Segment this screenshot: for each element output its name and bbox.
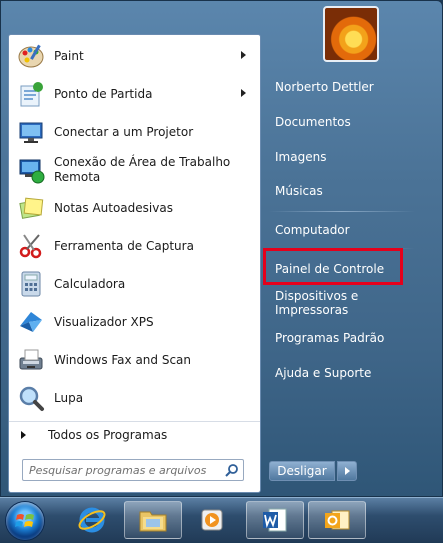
- program-item-sticky-notes[interactable]: Notas Autoadesivas: [11, 190, 258, 226]
- search-input[interactable]: [27, 462, 221, 478]
- program-label: Lupa: [54, 390, 84, 405]
- program-item-xps-viewer[interactable]: Visualizador XPS: [11, 304, 258, 340]
- taskbar-media-player[interactable]: [183, 501, 241, 539]
- program-label: Paint: [54, 48, 84, 63]
- program-label: Calculadora: [54, 276, 126, 291]
- right-item-user-folder[interactable]: Norberto Dettler: [271, 74, 421, 100]
- submenu-arrow-icon[interactable]: [241, 51, 246, 59]
- remote-desktop-icon: [15, 154, 47, 186]
- right-item-default-programs[interactable]: Programas Padrão: [271, 325, 421, 351]
- program-item-calculator[interactable]: Calculadora: [11, 266, 258, 302]
- windows-logo-icon: [15, 514, 34, 527]
- all-programs-button[interactable]: Todos os Programas: [9, 421, 260, 448]
- program-label: Visualizador XPS: [54, 314, 154, 329]
- magnifier-icon: [15, 382, 47, 414]
- submenu-arrow-icon[interactable]: [241, 89, 246, 97]
- taskbar-internet-explorer[interactable]: [63, 501, 121, 539]
- word-icon: [263, 508, 287, 532]
- separator: [269, 211, 415, 212]
- program-label: Conexão de Área de Trabalho Remota: [54, 155, 231, 184]
- right-item-devices-printers[interactable]: Dispositivos e Impressoras: [271, 289, 421, 317]
- program-item-getting-started[interactable]: Ponto de Partida: [11, 76, 258, 112]
- all-programs-arrow-icon: [21, 431, 26, 439]
- program-label: Ferramenta de Captura: [54, 238, 194, 253]
- projector-icon: [15, 116, 47, 148]
- paint-icon: [15, 40, 47, 72]
- program-item-magnifier[interactable]: Lupa: [11, 380, 258, 416]
- shutdown-button[interactable]: Desligar: [269, 461, 335, 481]
- shutdown-options-button[interactable]: [337, 461, 357, 481]
- program-label: Notas Autoadesivas: [54, 200, 173, 215]
- taskbar: [0, 497, 443, 542]
- program-label: Conectar a um Projetor: [54, 124, 194, 139]
- program-item-snipping-tool[interactable]: Ferramenta de Captura: [11, 228, 258, 264]
- fax-scan-icon: [15, 344, 47, 376]
- right-item-help-support[interactable]: Ajuda e Suporte: [271, 360, 421, 386]
- internet-explorer-icon: [78, 507, 106, 533]
- search-box[interactable]: [22, 459, 244, 481]
- outlook-icon: [325, 510, 350, 530]
- all-programs-label: Todos os Programas: [48, 428, 168, 442]
- chevron-right-icon: [345, 467, 350, 475]
- folder-icon: [139, 511, 167, 532]
- calculator-icon: [15, 268, 47, 300]
- getting-started-icon: [15, 78, 47, 110]
- start-orb[interactable]: [6, 502, 44, 540]
- right-item-documents[interactable]: Documentos: [271, 109, 421, 135]
- media-player-icon: [201, 509, 223, 531]
- program-item-remote-desktop[interactable]: Conexão de Área de Trabalho Remota: [11, 152, 258, 188]
- right-item-pictures[interactable]: Imagens: [271, 144, 421, 170]
- program-item-paint[interactable]: Paint: [11, 38, 258, 74]
- highlight-box: [263, 248, 403, 285]
- taskbar-outlook[interactable]: [308, 501, 366, 539]
- right-item-computer[interactable]: Computador: [271, 217, 421, 243]
- taskbar-explorer[interactable]: [124, 501, 182, 539]
- program-item-fax-scan[interactable]: Windows Fax and Scan: [11, 342, 258, 378]
- taskbar-word[interactable]: [246, 501, 304, 539]
- program-item-projector[interactable]: Conectar a um Projetor: [11, 114, 258, 150]
- start-menu: Paint Ponto de Partida Conectar a um Pro…: [0, 0, 443, 497]
- program-label: Windows Fax and Scan: [54, 352, 192, 367]
- snipping-tool-icon: [15, 230, 47, 262]
- program-label: Ponto de Partida: [54, 86, 153, 101]
- xps-viewer-icon: [15, 306, 47, 338]
- right-item-music[interactable]: Músicas: [271, 178, 421, 204]
- search-icon[interactable]: [225, 463, 239, 477]
- programs-pane: Paint Ponto de Partida Conectar a um Pro…: [8, 34, 261, 493]
- sticky-notes-icon: [15, 192, 47, 224]
- user-picture[interactable]: [323, 6, 379, 62]
